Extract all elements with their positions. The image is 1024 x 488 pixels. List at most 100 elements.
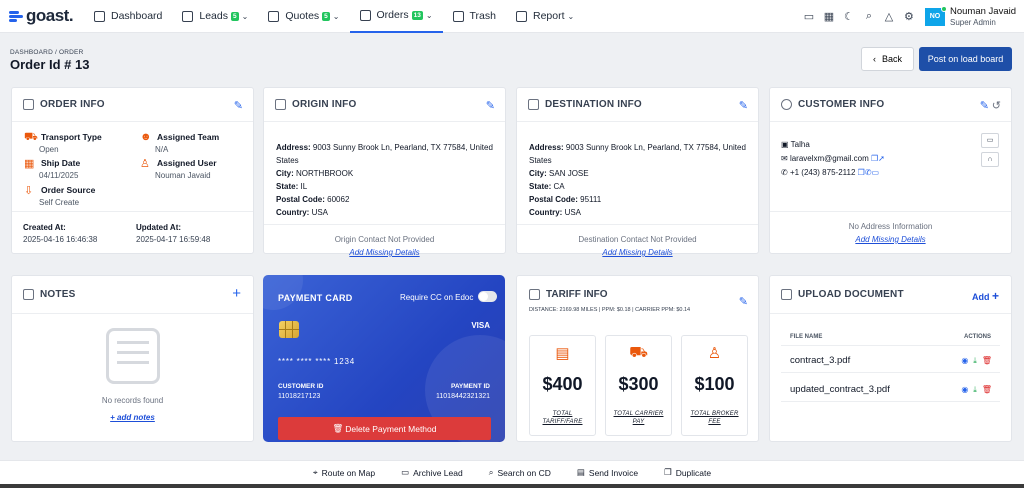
carrier-pay-label: TOTAL CARRIER PAY [613, 411, 664, 425]
send-invoice-button[interactable]: ▤ Send Invoice [577, 467, 638, 478]
calendar-icon: ▦ [24, 158, 35, 170]
nav-leads[interactable]: Leads 5 ⌄ [172, 0, 258, 33]
back-label: Back [881, 54, 902, 64]
download-icon: ⇩ [24, 185, 34, 197]
order-source-value: Self Create [39, 198, 80, 207]
upload-header: UPLOAD DOCUMENT Add + [770, 276, 1011, 314]
upload-title: UPLOAD DOCUMENT [798, 289, 904, 300]
created-at-value: 2025-04-16 16:46:38 [23, 235, 98, 244]
nav-tools: ▭ ▦ ☾ ⌕ △ ⚙ NO Nouman Javaid Super Admin [799, 0, 1024, 33]
origin-info-header: ORIGIN INFO ✎ [264, 88, 505, 122]
add-notes-link[interactable]: + add notes [110, 413, 155, 422]
map-pin-icon: ⌖ [312, 467, 318, 477]
require-cc-label: Require CC on Edoc [400, 293, 474, 302]
edit-icon[interactable]: ✎ [234, 99, 243, 112]
origin-add-missing-link[interactable]: Add Missing Details [349, 248, 419, 257]
document-icon [529, 289, 540, 300]
updated-at-value: 2025-04-17 16:59:48 [136, 235, 211, 244]
document-file-name[interactable]: contract_3.pdf [790, 355, 850, 366]
view-icon[interactable]: ◉ [961, 356, 968, 366]
total-fare-value: $400 [542, 374, 583, 394]
nav-trash[interactable]: Trash [443, 0, 506, 33]
bell-icon[interactable]: △ [880, 8, 898, 26]
avatar[interactable]: NO [924, 5, 947, 26]
edit-icon[interactable]: ✎ [980, 99, 989, 112]
view-icon[interactable]: ◉ [961, 385, 968, 395]
search-on-cd-button[interactable]: ⌕ Search on CD [489, 467, 551, 478]
nav-report[interactable]: Report ⌄ [506, 0, 584, 33]
breadcrumb[interactable]: DASHBOARD / ORDER [10, 49, 83, 56]
add-note-icon[interactable]: + [232, 285, 241, 302]
duplicate-button[interactable]: ❐ Duplicate [664, 467, 711, 478]
archive-icon: ▭ [401, 467, 410, 477]
download-icon[interactable]: ⤓ [973, 356, 977, 366]
document-file-name[interactable]: updated_contract_3.pdf [790, 384, 890, 395]
require-cc-toggle[interactable] [478, 291, 497, 302]
history-icon[interactable]: ↺ [992, 99, 1001, 112]
delete-icon[interactable]: 🗑 [982, 356, 992, 366]
plus-icon: + [991, 289, 999, 303]
chevron-left-icon: ‹ [872, 54, 876, 64]
nav-dashboard[interactable]: Dashboard [84, 0, 172, 33]
customer-add-missing-link[interactable]: Add Missing Details [855, 235, 925, 244]
card-number: **** **** **** 1234 [278, 357, 356, 366]
origin-add-missing-wrap: Add Missing Details [264, 247, 505, 257]
route-on-map-button[interactable]: ⌖ Route on Map [313, 467, 375, 478]
divider [781, 345, 1000, 346]
origin-state: IL [300, 182, 308, 191]
postal-label: Postal Code: [276, 195, 325, 204]
origin-country: USA [311, 208, 329, 217]
notes-card: NOTES + No records found + add notes [11, 275, 254, 442]
edit-icon[interactable]: ✎ [739, 99, 748, 112]
broker-fee-value: $100 [694, 374, 735, 394]
customer-name: Talha [790, 140, 810, 149]
payment-id-value: 11018442321321 [436, 393, 490, 400]
copy-icon[interactable]: ❐ [858, 168, 865, 177]
download-icon[interactable]: ⤓ [973, 385, 977, 395]
broker-fee-label: TOTAL BROKER FEE [690, 411, 739, 425]
origin-info-card: ORIGIN INFO ✎ Address: 9003 Sunny Brook … [263, 87, 506, 257]
edit-icon[interactable]: ✎ [739, 295, 748, 308]
sms-icon[interactable]: ▭ [872, 168, 880, 177]
total-fare-label: TOTAL TARIFF/FARE [542, 411, 583, 425]
back-button[interactable]: ‹ Back [861, 47, 914, 71]
edit-icon[interactable]: ✎ [486, 99, 495, 112]
send-icon[interactable]: ➚ [878, 154, 885, 163]
ship-date-value: 04/11/2025 [39, 171, 79, 180]
order-source-label: Order Source [41, 185, 96, 195]
post-on-load-board-button[interactable]: Post on load board [919, 47, 1012, 71]
actions-header: ACTIONS [964, 334, 991, 340]
delete-icon[interactable]: 🗑 [982, 385, 992, 395]
nav-orders[interactable]: Orders 13 ⌄ [349, 0, 443, 33]
customer-id-value: 11018217123 [278, 393, 321, 400]
chat-icon[interactable]: ▭ [800, 8, 818, 26]
customer-email: laravelxm@gmail.com [789, 154, 869, 163]
card-icon [182, 10, 194, 22]
add-notes-wrap: + add notes [12, 412, 253, 422]
calendar-icon[interactable]: ▦ [820, 8, 838, 26]
moon-icon[interactable]: ☾ [840, 8, 858, 26]
document-actions: ◉ ⤓ 🗑 [961, 385, 992, 395]
headset-icon[interactable]: ∩ [981, 152, 999, 167]
notes-empty-text: No records found [101, 396, 164, 405]
divider [517, 224, 758, 225]
logo[interactable]: goast. [9, 6, 84, 26]
gear-icon[interactable]: ⚙ [900, 8, 918, 26]
message-icon[interactable]: ▭ [981, 133, 999, 148]
call-icon[interactable]: ✆ [865, 168, 872, 177]
file-upload-icon [781, 289, 792, 300]
nav-quotes[interactable]: Quotes 5 ⌄ [258, 0, 349, 33]
destination-add-missing-link[interactable]: Add Missing Details [602, 248, 672, 257]
created-at-label: Created At: [23, 223, 66, 232]
delete-payment-method-button[interactable]: 🗑 Delete Payment Method [278, 417, 491, 440]
customer-info-header: CUSTOMER INFO ✎ ↺ [770, 88, 1011, 122]
address-label: Address: [529, 143, 564, 152]
search-icon[interactable]: ⌕ [860, 8, 878, 26]
transport-type-value: Open [39, 145, 59, 154]
archive-lead-button[interactable]: ▭ Archive Lead [401, 467, 463, 478]
address-label: Address: [276, 143, 311, 152]
user-menu[interactable]: Nouman Javaid Super Admin [950, 6, 1016, 28]
add-document-button[interactable]: Add + [972, 289, 999, 303]
customer-info-card: CUSTOMER INFO ✎ ↺ ▣ Talha ✉ laravelxm@gm… [769, 87, 1012, 254]
chevron-down-icon: ⌄ [425, 10, 433, 20]
